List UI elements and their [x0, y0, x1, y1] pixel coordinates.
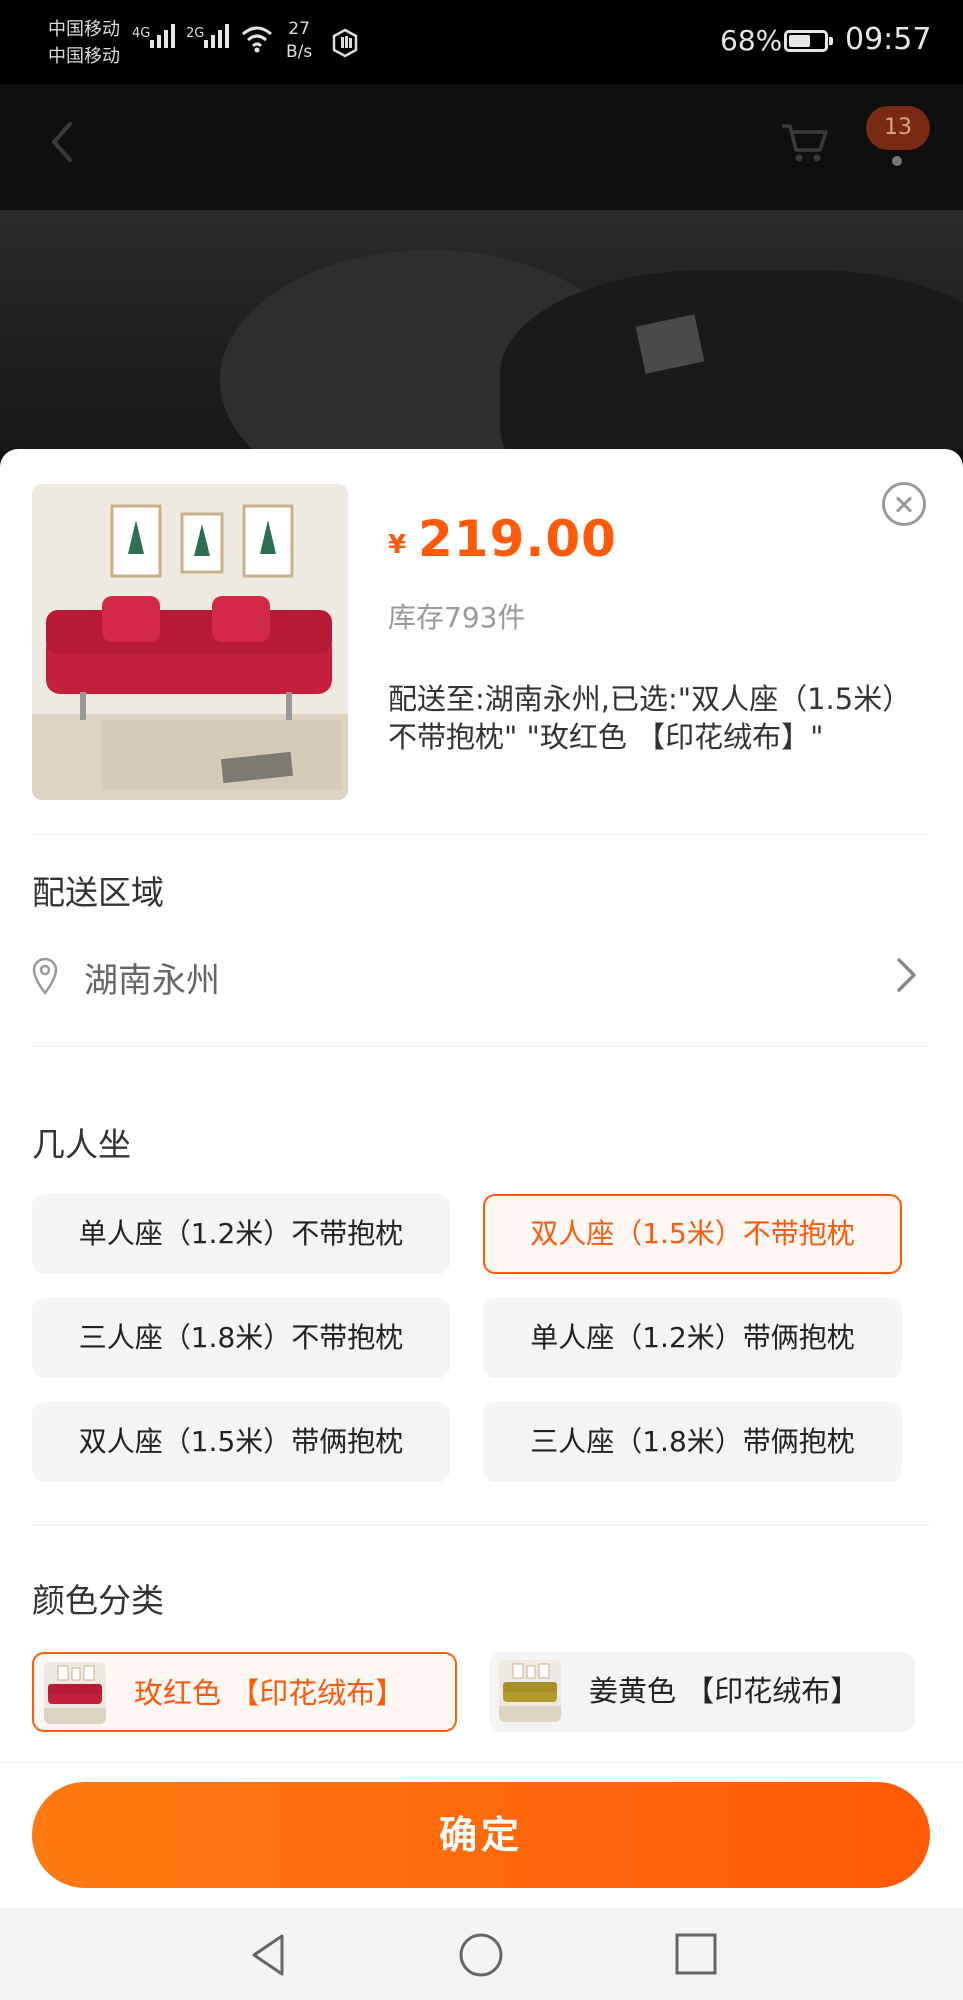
menu-dot[interactable] [892, 156, 902, 166]
close-icon[interactable] [882, 482, 926, 526]
back-icon[interactable] [46, 120, 76, 164]
nav-recents-icon[interactable] [674, 1932, 718, 1976]
confirm-button[interactable]: 确定 [32, 1782, 930, 1888]
nav-back-icon[interactable] [248, 1932, 288, 1978]
currency-symbol: ¥ [388, 530, 407, 560]
seat-option[interactable]: 单人座（1.2米）带俩抱枕 [483, 1298, 902, 1378]
network-2g-label: 2G [186, 26, 205, 41]
selected-summary: 配送至:湖南永州,已选:"双人座（1.5米）不带抱枕" "玫红色 【印花绒布】" [388, 682, 912, 754]
carrier-1: 中国移动 [48, 19, 120, 40]
hand-icon [332, 28, 358, 58]
carrier-2: 中国移动 [48, 46, 120, 67]
product-thumbnail [32, 484, 348, 800]
battery-icon [784, 30, 833, 52]
nav-home-icon[interactable] [458, 1932, 504, 1978]
color-section-title: 颜色分类 [32, 1581, 164, 1620]
divider [32, 834, 930, 835]
status-bar: 中国移动 中国移动 4G 2G 27 B/s 68% 09:57 [0, 0, 963, 84]
delivery-region[interactable]: 湖南永州 [84, 953, 220, 1002]
battery-percent: 68% [720, 24, 783, 57]
product-price: 219.00 [418, 510, 617, 568]
seats-section-title: 几人坐 [32, 1125, 131, 1164]
seat-option[interactable]: 三人座（1.8米）带俩抱枕 [483, 1402, 902, 1482]
seat-option[interactable]: 三人座（1.8米）不带抱枕 [32, 1298, 450, 1378]
divider [32, 1524, 930, 1525]
signal-icon-2 [204, 24, 229, 48]
color-option-selected[interactable]: 玫红色 【印花绒布】 [32, 1652, 457, 1732]
clock: 09:57 [845, 22, 932, 57]
network-4g-label: 4G [132, 26, 151, 41]
seat-option-selected[interactable]: 双人座（1.5米）不带抱枕 [483, 1194, 902, 1274]
location-pin-icon [32, 957, 58, 996]
system-nav-bar [0, 1908, 963, 2000]
cart-count-badge: 13 [866, 106, 930, 150]
color-option-label: 姜黄色 【印花绒布】 [589, 1674, 860, 1708]
color-option-label: 玫红色 【印花绒布】 [134, 1676, 405, 1710]
chevron-right-icon[interactable] [894, 956, 920, 994]
wifi-icon [242, 26, 272, 53]
seat-option[interactable]: 双人座（1.5米）带俩抱枕 [32, 1402, 450, 1482]
product-photo-background [0, 210, 963, 450]
network-speed-value: 27 [288, 19, 310, 39]
color-swatch-image [499, 1660, 561, 1722]
cart-icon[interactable] [780, 120, 830, 164]
delivery-section-title: 配送区域 [32, 873, 164, 912]
network-speed-unit: B/s [286, 42, 313, 62]
divider [32, 1046, 930, 1047]
color-swatch-image [44, 1662, 106, 1724]
signal-icon [150, 24, 175, 48]
carrier-names: 中国移动 中国移动 [48, 16, 120, 70]
stock-count: 库存793件 [388, 601, 526, 634]
seat-option[interactable]: 单人座（1.2米）不带抱枕 [32, 1194, 450, 1274]
color-option[interactable]: 姜黄色 【印花绒布】 [489, 1652, 915, 1732]
network-speed: 27 B/s [286, 18, 312, 64]
